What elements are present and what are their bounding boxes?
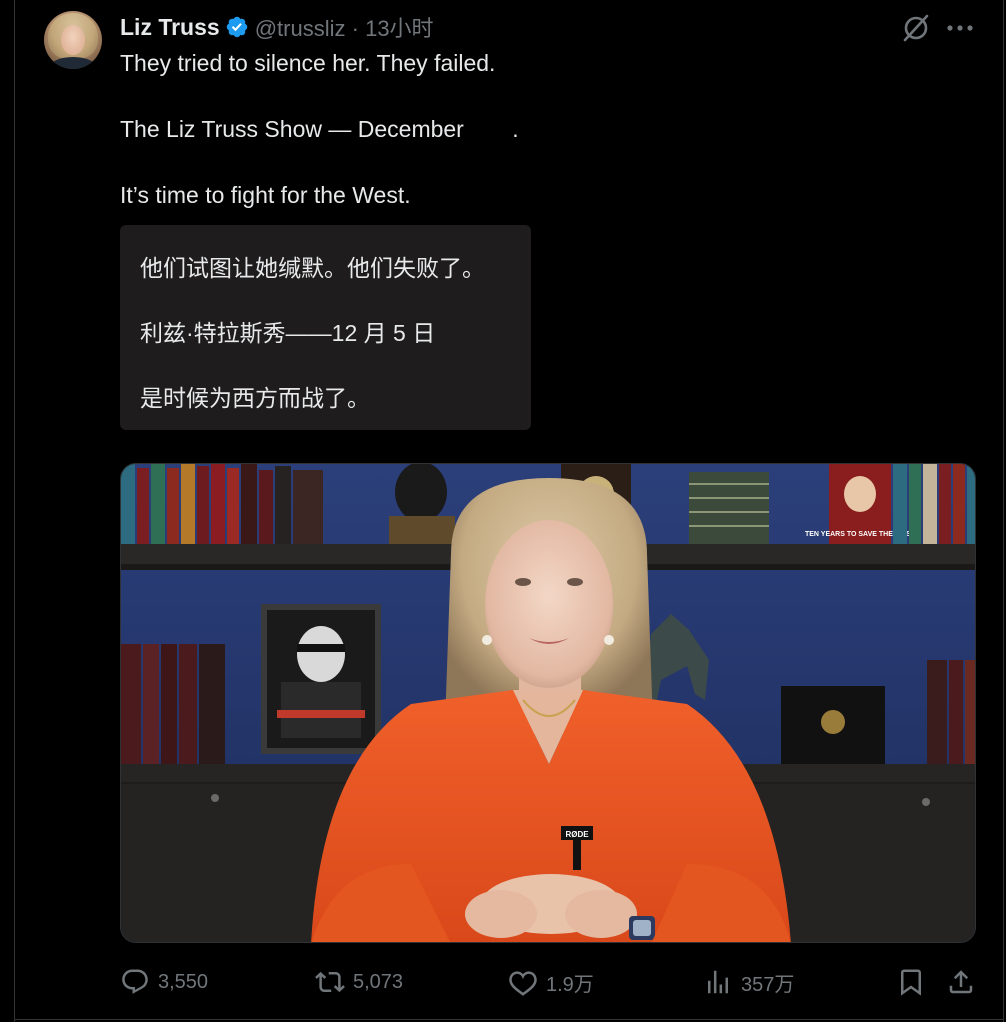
- like-icon: [509, 971, 537, 996]
- tweet-timestamp: 13小时: [365, 16, 434, 41]
- share-button[interactable]: [946, 962, 976, 1002]
- tweet-divider: [14, 1019, 1003, 1020]
- mic-brand-text: RØDE: [565, 830, 589, 839]
- timeline-border-right: [1003, 0, 1004, 1022]
- timeline-border-left: [14, 0, 15, 1022]
- translation-line-3: 是时候为西方而战了。: [140, 385, 370, 411]
- views-count: 357万: [741, 973, 795, 996]
- like-count: 1.9万: [546, 973, 594, 996]
- retweet-count: 5,073: [353, 970, 404, 993]
- translation-line-1: 他们试图让她缄默。他们失败了。: [140, 255, 485, 281]
- verified-badge-icon[interactable]: [225, 15, 249, 39]
- reply-icon: [122, 969, 148, 994]
- reply-button[interactable]: 3,550: [120, 962, 208, 1002]
- share-icon: [949, 970, 973, 994]
- views-icon: [708, 970, 728, 994]
- translation-line-2: 利兹·特拉斯秀——12 月 5 日: [140, 320, 436, 346]
- grok-icon[interactable]: [900, 12, 932, 44]
- retweet-button[interactable]: 5,073: [315, 962, 403, 1002]
- reply-count: 3,550: [158, 970, 209, 993]
- bookmark-icon: [901, 969, 921, 996]
- author-name[interactable]: Liz Truss: [120, 14, 220, 41]
- author-avatar[interactable]: [44, 11, 102, 69]
- author-handle[interactable]: @trussliz · 13小时: [255, 11, 434, 43]
- like-button[interactable]: 1.9万: [508, 962, 594, 1002]
- tweet-text-line-1: They tried to silence her. They failed.: [120, 50, 496, 76]
- views-button[interactable]: 357万: [703, 962, 794, 1002]
- translation-box: 他们试图让她缄默。他们失败了。 利兹·特拉斯秀——12 月 5 日 是时候为西方…: [120, 225, 531, 430]
- video-media[interactable]: TEN YEARS TO SAVE THE WEST RØDE: [120, 463, 976, 943]
- tweet-actions: 3,550 5,073 1.9万 357万: [120, 962, 980, 1002]
- bookmark-button[interactable]: [896, 962, 926, 1002]
- tweet-text-line-3: It’s time to fight for the West.: [120, 182, 411, 208]
- retweet-icon: [315, 971, 345, 993]
- tweet-header: Liz Truss @trussliz · 13小时: [120, 12, 434, 42]
- tweet-text-line-2: The Liz Truss Show — December .: [120, 116, 519, 144]
- redacted-date: [470, 117, 513, 144]
- more-icon[interactable]: [944, 14, 976, 42]
